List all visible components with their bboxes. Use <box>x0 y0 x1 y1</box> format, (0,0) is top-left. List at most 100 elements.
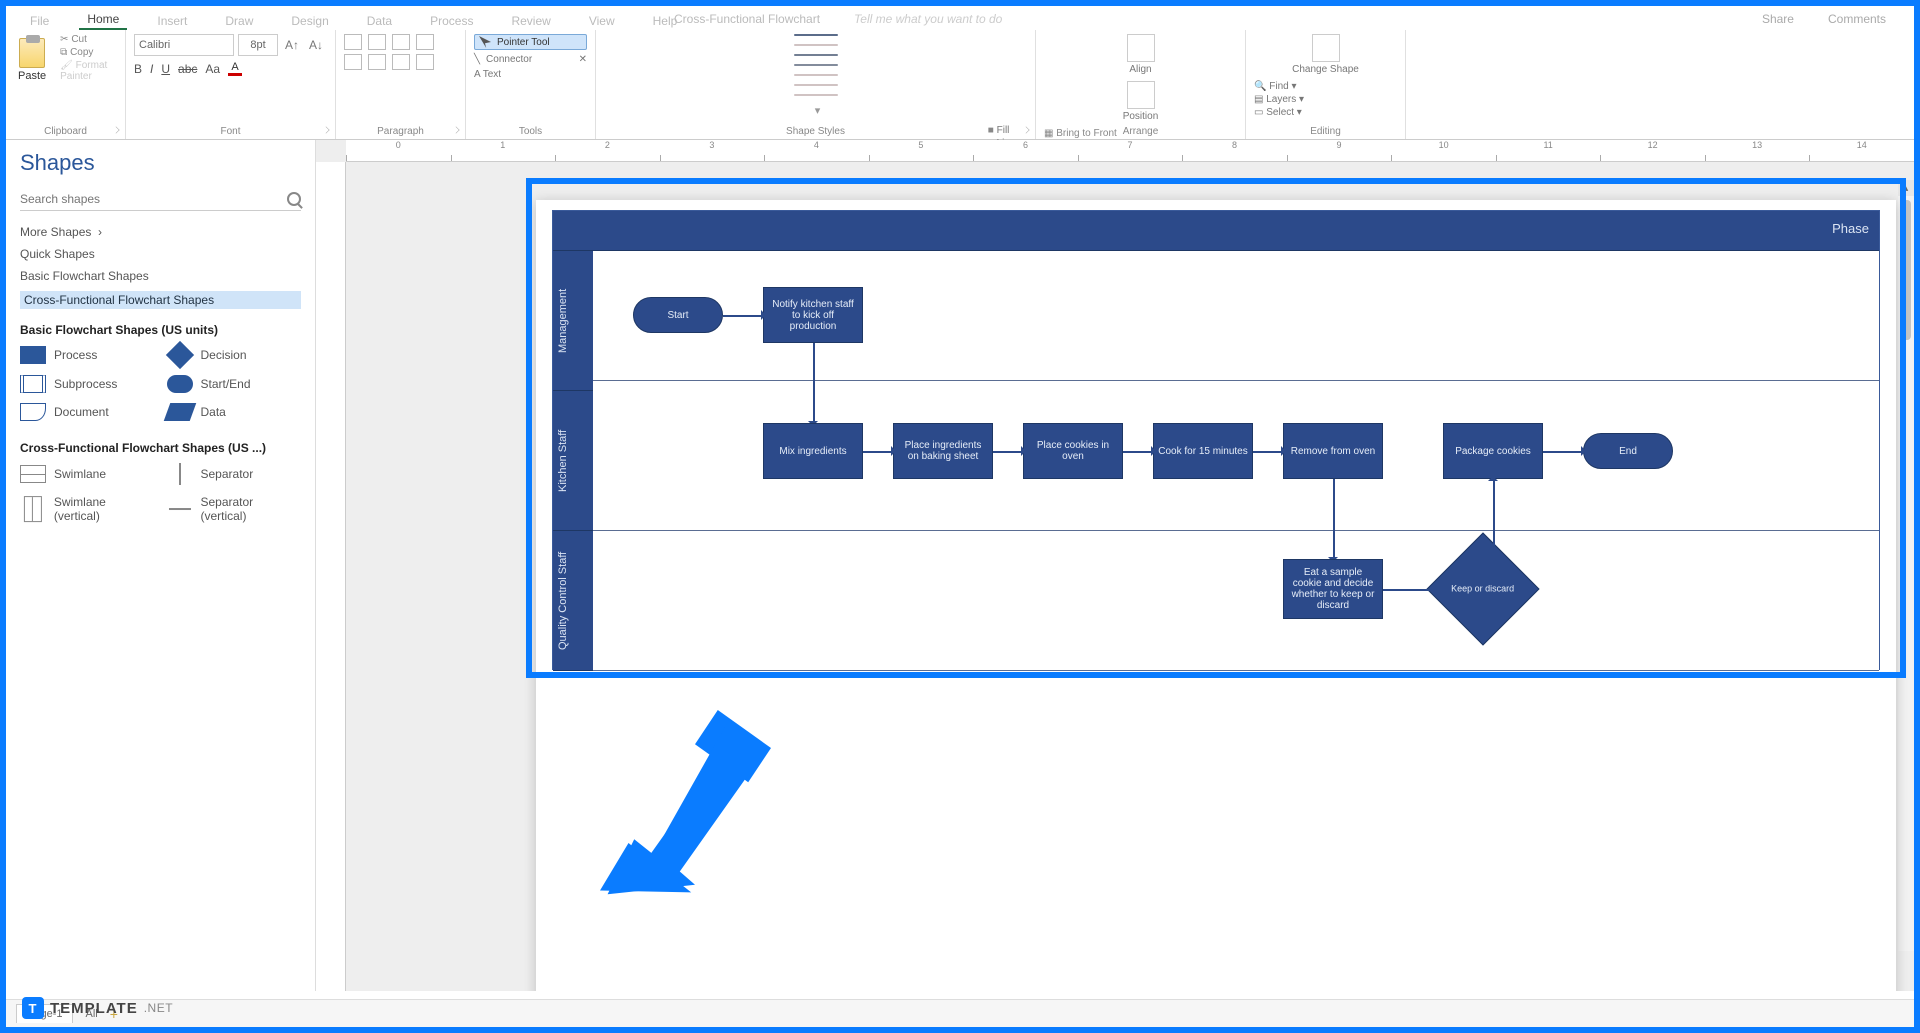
align-button[interactable]: Align <box>1044 34 1237 75</box>
menu-data[interactable]: Data <box>359 12 400 30</box>
node-sample[interactable]: Eat a sample cookie and decide whether t… <box>1283 559 1383 619</box>
font-size-select[interactable] <box>238 34 278 56</box>
paste-button[interactable]: Paste <box>14 34 50 86</box>
close-icon[interactable]: ✕ <box>579 54 587 65</box>
styles-more-icon[interactable]: ▾ <box>815 104 821 117</box>
menu-draw[interactable]: Draw <box>217 12 261 30</box>
lane-label-qc[interactable]: Quality Control Staff <box>553 531 593 671</box>
underline-button[interactable]: U <box>161 62 170 76</box>
cut-button[interactable]: ✂ Cut <box>60 34 117 45</box>
pointer-tool-button[interactable]: Pointer Tool <box>474 34 587 50</box>
swimlane-title-bar[interactable]: Phase <box>553 211 1879 251</box>
style-swatch-6[interactable] <box>794 84 838 86</box>
increase-font-button[interactable]: A↑ <box>282 38 302 52</box>
editing-label: Editing <box>1246 126 1405 137</box>
basic-shapes-heading: Basic Flowchart Shapes (US units) <box>20 323 301 337</box>
strike-button[interactable]: abc <box>178 62 197 76</box>
more-shapes-link[interactable]: More Shapes › <box>20 225 301 239</box>
menu-insert[interactable]: Insert <box>149 12 195 30</box>
style-swatch-4[interactable] <box>794 64 838 66</box>
arrange-label: Arrange <box>1036 126 1245 137</box>
lane-label-kitchen[interactable]: Kitchen Staff <box>553 391 593 531</box>
font-color-button[interactable]: A <box>228 62 242 76</box>
ruler-horizontal: 01234567891011121314 <box>346 140 1914 162</box>
italic-button[interactable]: I <box>150 62 153 76</box>
brand-watermark: T TEMPLATE.NET <box>22 997 173 1019</box>
shapes-title: Shapes <box>20 150 301 176</box>
style-swatch-1[interactable] <box>794 34 838 36</box>
connector-tool-button[interactable]: ╲Connector ✕ <box>474 54 587 65</box>
shape-swimlane-v[interactable]: Swimlane (vertical) <box>20 495 155 523</box>
basic-flowchart-link[interactable]: Basic Flowchart Shapes <box>20 269 301 283</box>
shape-startend[interactable]: Start/End <box>167 375 302 393</box>
menu-review[interactable]: Review <box>503 12 558 30</box>
menu-design[interactable]: Design <box>283 12 336 30</box>
format-painter-button[interactable]: 🖌 Format Painter <box>60 60 117 82</box>
quick-shapes-link[interactable]: Quick Shapes <box>20 247 301 261</box>
status-bar: Page-1 All + <box>6 999 1914 1027</box>
bold-button[interactable]: B <box>134 62 142 76</box>
share-button[interactable]: Share <box>1754 10 1802 28</box>
shape-separator-v[interactable]: Separator (vertical) <box>167 495 302 523</box>
vertical-scrollbar[interactable]: ▴ <box>1898 180 1914 951</box>
select-button[interactable]: ▭ Select ▾ <box>1254 107 1397 118</box>
shape-process[interactable]: Process <box>20 345 155 365</box>
menubar: File Home Insert Draw Design Data Proces… <box>6 6 1914 30</box>
shapes-panel: Shapes More Shapes › Quick Shapes Basic … <box>6 140 316 991</box>
crossfunc-shapes-link[interactable]: Cross-Functional Flowchart Shapes <box>20 291 301 309</box>
decrease-font-button[interactable]: A↓ <box>306 38 326 52</box>
clipboard-label: Clipboard <box>6 126 125 137</box>
layers-button[interactable]: ▤ Layers ▾ <box>1254 94 1397 105</box>
shape-styles-label: Shape Styles <box>596 126 1035 137</box>
cf-shapes-heading: Cross-Functional Flowchart Shapes (US ..… <box>20 441 301 455</box>
ruler-vertical <box>316 162 346 991</box>
ribbon: Paste ✂ Cut ⧉ Copy 🖌 Format Painter Clip… <box>6 30 1914 140</box>
comments-button[interactable]: Comments <box>1820 10 1894 28</box>
node-place[interactable]: Place ingredients on baking sheet <box>893 423 993 479</box>
shape-data[interactable]: Data <box>167 403 302 421</box>
shape-document[interactable]: Document <box>20 403 155 421</box>
find-button[interactable]: 🔍 Find ▾ <box>1254 81 1397 92</box>
shape-separator[interactable]: Separator <box>167 463 302 485</box>
node-mix[interactable]: Mix ingredients <box>763 423 863 479</box>
lane-label-management[interactable]: Management <box>553 251 593 391</box>
node-remove[interactable]: Remove from oven <box>1283 423 1383 479</box>
node-oven[interactable]: Place cookies in oven <box>1023 423 1123 479</box>
copy-button[interactable]: ⧉ Copy <box>60 47 117 58</box>
node-notify[interactable]: Notify kitchen staff to kick off product… <box>763 287 863 343</box>
annotation-arrow <box>566 710 786 900</box>
node-start[interactable]: Start <box>633 297 723 333</box>
search-icon[interactable] <box>287 192 301 206</box>
brand-icon: T <box>22 997 44 1019</box>
text-tool-button[interactable]: A Text <box>474 69 587 80</box>
font-family-select[interactable] <box>134 34 234 56</box>
font-label: Font <box>126 126 335 137</box>
node-cook[interactable]: Cook for 15 minutes <box>1153 423 1253 479</box>
node-end[interactable]: End <box>1583 433 1673 469</box>
position-button[interactable]: Position <box>1044 81 1237 122</box>
menu-process[interactable]: Process <box>422 12 481 30</box>
shapes-search-input[interactable] <box>20 192 287 206</box>
shape-decision[interactable]: Decision <box>167 345 302 365</box>
menu-home[interactable]: Home <box>79 10 127 30</box>
paragraph-buttons[interactable] <box>344 34 457 70</box>
shape-subprocess[interactable]: Subprocess <box>20 375 155 393</box>
change-shape-icon <box>1312 34 1340 62</box>
changecase-button[interactable]: Aa <box>205 62 220 76</box>
shape-swimlane[interactable]: Swimlane <box>20 463 155 485</box>
change-shape-button[interactable]: Change Shape <box>1254 34 1397 75</box>
style-swatch-5[interactable] <box>794 74 838 76</box>
tellme-search[interactable]: Tell me what you want to do <box>846 10 1010 28</box>
paragraph-label: Paragraph <box>336 126 465 137</box>
swimlane-container[interactable]: Phase Management Kitchen Staff Quality C… <box>552 210 1880 670</box>
menu-crossfunctional[interactable]: Cross-Functional Flowchart <box>666 10 828 28</box>
tools-label: Tools <box>466 126 595 137</box>
position-icon <box>1127 81 1155 109</box>
style-swatch-3[interactable] <box>794 54 838 56</box>
style-swatch-2[interactable] <box>794 44 838 46</box>
style-swatch-7[interactable] <box>794 94 838 96</box>
canvas[interactable]: 01234567891011121314 ▴ Phase Management … <box>316 140 1914 991</box>
paste-icon <box>19 38 45 68</box>
menu-file[interactable]: File <box>22 12 57 30</box>
menu-view[interactable]: View <box>581 12 623 30</box>
